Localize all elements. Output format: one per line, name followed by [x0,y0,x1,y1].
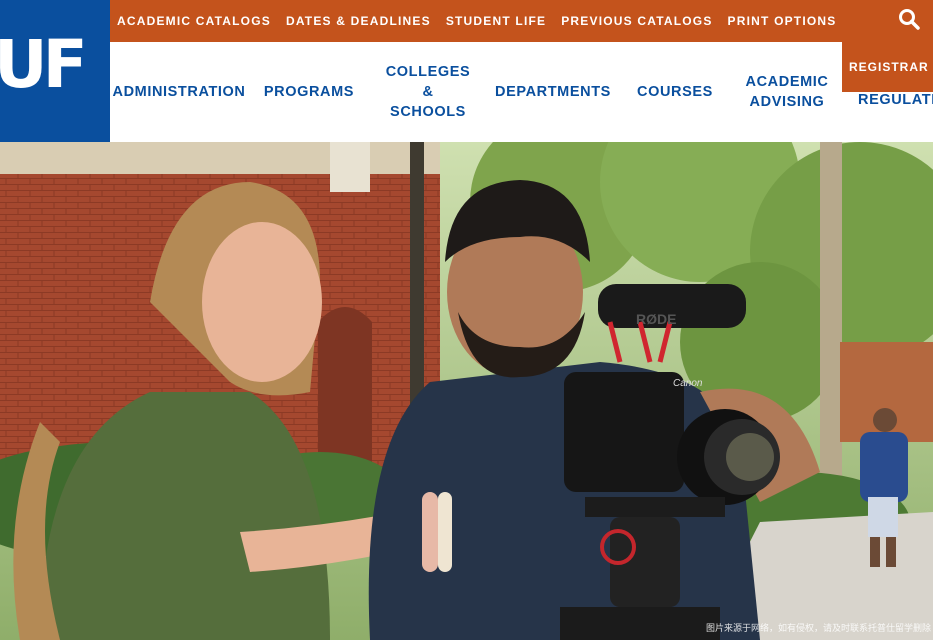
search-button[interactable] [895,5,923,33]
utility-nav: ACADEMIC CATALOGS DATES & DEADLINES STUD… [110,0,933,42]
nav-departments[interactable]: DEPARTMENTS [490,42,616,142]
main-nav: ADMINISTRATION PROGRAMS COLLEGES & SCHOO… [110,42,933,142]
nav-administration[interactable]: ADMINISTRATION [110,42,248,142]
nav-advising-line2: ADVISING [749,94,825,110]
hero-image: Canon RØDE [0,142,933,640]
search-icon [899,9,920,30]
nav-registrar-label: REGISTRAR [849,60,929,74]
nav-courses-label: COURSES [637,84,713,100]
nav-departments-label: DEPARTMENTS [495,84,611,100]
nav-programs-label: PROGRAMS [263,84,355,100]
nav-print-options[interactable]: PRINT OPTIONS [728,14,837,28]
uf-logo[interactable]: UF [0,0,110,142]
nav-registrar[interactable]: REGISTRAR [842,42,933,92]
nav-courses[interactable]: COURSES [630,42,720,142]
nav-student-life[interactable]: STUDENT LIFE [446,14,546,28]
nav-regulations-label: REGULATIONS [858,92,933,108]
nav-academic-advising[interactable]: ACADEMIC ADVISING [736,42,838,142]
nav-academic-catalogs[interactable]: ACADEMIC CATALOGS [117,14,271,28]
nav-colleges-line2: & [422,84,434,100]
camera-brand: Canon [673,378,703,389]
uf-logo-text: UF [0,26,88,103]
nav-colleges-line1: COLLEGES [385,64,471,80]
nav-programs[interactable]: PROGRAMS [258,42,360,142]
nav-colleges-schools[interactable]: COLLEGES & SCHOOLS [378,42,478,142]
nav-regulations[interactable]: REGULATIONS [858,92,933,114]
nav-advising-line1: ACADEMIC [745,74,829,90]
mic-brand: RØDE [636,311,676,327]
watermark: 图片来源于网络，如有侵权，请及时联系托普仕留学删除 [705,624,931,634]
hero-photo: Canon RØDE [0,142,933,640]
nav-colleges-line3: SCHOOLS [390,104,466,120]
nav-dates-deadlines[interactable]: DATES & DEADLINES [286,14,431,28]
nav-administration-label: ADMINISTRATION [112,84,246,100]
nav-previous-catalogs[interactable]: PREVIOUS CATALOGS [561,14,712,28]
